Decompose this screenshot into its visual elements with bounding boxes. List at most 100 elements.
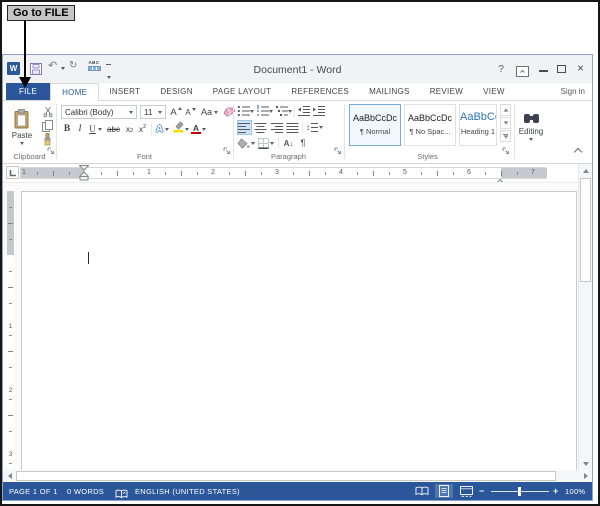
annotation-arrowhead-icon [19, 77, 31, 88]
paste-button[interactable]: Paste [7, 104, 37, 149]
shrink-font-letter: A [185, 107, 191, 117]
styles-more-button[interactable] [500, 130, 511, 142]
ribbon-display-options-icon[interactable] [516, 64, 529, 82]
horizontal-scrollbar[interactable] [3, 470, 592, 482]
align-right-button[interactable] [269, 120, 284, 135]
borders-button[interactable] [257, 136, 275, 150]
copy-button[interactable] [40, 119, 55, 132]
more-bar-icon [503, 133, 508, 135]
styles-scroll-down-button[interactable] [500, 117, 511, 129]
style-no-spacing[interactable]: AaBbCcDc ¶ No Spac... [404, 104, 456, 146]
font-name-select[interactable]: Calibri (Body) [61, 105, 137, 119]
change-case-button[interactable]: Aa [200, 105, 219, 119]
tab-page-layout[interactable]: PAGE LAYOUT [203, 83, 282, 100]
minimize-icon[interactable] [539, 70, 548, 72]
grow-font-button[interactable]: A [169, 105, 183, 119]
show-hide-pilcrow-button[interactable]: ¶ [297, 136, 309, 150]
web-layout-button[interactable] [457, 484, 475, 498]
zoom-level[interactable]: 100% [565, 487, 585, 496]
tab-selector[interactable] [6, 166, 19, 179]
style-name: Heading 1 [460, 127, 496, 136]
shading-button[interactable] [237, 136, 255, 150]
subscript-button[interactable]: x2 [123, 122, 136, 136]
vertical-scroll-thumb[interactable] [580, 178, 591, 282]
group-divider [56, 104, 57, 159]
vertical-ruler[interactable]: 1 2 3 [7, 191, 14, 470]
numbering-button[interactable] [256, 104, 273, 118]
horizontal-ruler[interactable]: 1 1 2 3 4 5 6 7 [20, 167, 547, 179]
dialog-launcher-icon [223, 147, 230, 154]
ribbon-tab-row: FILE HOME INSERT DESIGN PAGE LAYOUT REFE… [3, 83, 592, 101]
vruler-number: 1 [8, 323, 13, 330]
scroll-right-button[interactable] [579, 470, 592, 482]
tab-review[interactable]: REVIEW [420, 83, 473, 100]
tab-design[interactable]: DESIGN [150, 83, 202, 100]
sign-in-link[interactable]: Sign in [561, 87, 592, 96]
text-effects-button[interactable]: A [154, 122, 171, 136]
print-layout-button[interactable] [435, 484, 453, 498]
restore-icon[interactable] [557, 65, 566, 73]
language-indicator[interactable]: ENGLISH (UNITED STATES) [135, 487, 240, 496]
page-indicator[interactable]: PAGE 1 OF 1 [9, 487, 58, 496]
font-size-select[interactable]: 11 [140, 105, 166, 119]
bold-button[interactable]: B [61, 122, 73, 136]
style-heading1[interactable]: AaBbCc Heading 1 [459, 104, 497, 146]
close-icon[interactable]: × [574, 61, 587, 75]
clipboard-dialog-launcher[interactable] [47, 142, 55, 160]
proofing-status-icon[interactable] [115, 486, 128, 504]
document-area: 1 2 3 [3, 182, 592, 470]
styles-dialog-launcher[interactable] [502, 142, 510, 160]
zoom-out-button[interactable]: − [479, 486, 485, 496]
vruler-ticks [7, 191, 14, 470]
tab-references[interactable]: REFERENCES [281, 83, 359, 100]
scroll-down-button[interactable] [579, 457, 592, 470]
document-page[interactable] [21, 191, 577, 470]
tab-home[interactable]: HOME [50, 83, 100, 101]
text-cursor [88, 252, 89, 264]
styles-scroll-up-button[interactable] [500, 104, 511, 116]
title-bar: W ↶ ↻ ABC Document1 - Word ? × [3, 55, 592, 83]
word-count[interactable]: 0 WORDS [67, 487, 104, 496]
ruler-number: 1 [22, 169, 26, 176]
font-color-button[interactable]: A [190, 122, 207, 136]
paragraph-dialog-launcher[interactable] [334, 142, 342, 160]
line-spacing-button[interactable]: ↕ [305, 120, 324, 135]
vertical-scrollbar[interactable] [578, 164, 592, 470]
increase-indent-button[interactable] [312, 104, 326, 118]
screenshot: Go to FILE W ↶ ↻ ABC Document1 - Word ? [0, 0, 600, 506]
multilevel-list-button[interactable] [275, 104, 292, 118]
align-center-button[interactable] [253, 120, 268, 135]
tab-view[interactable]: VIEW [473, 83, 515, 100]
scroll-up-button[interactable] [579, 164, 592, 177]
underline-letter: U [89, 124, 96, 134]
bullets-button[interactable] [237, 104, 254, 118]
collapse-ribbon-button[interactable] [573, 147, 583, 157]
zoom-slider-thumb[interactable] [518, 486, 521, 496]
zoom-in-button[interactable]: + [553, 486, 559, 496]
editing-button[interactable]: Editing [514, 104, 548, 149]
align-left-button[interactable] [237, 120, 252, 135]
ruler-number: 5 [403, 169, 407, 176]
strikethrough-button[interactable]: abc [105, 122, 122, 136]
shrink-font-button[interactable]: A [184, 105, 197, 119]
horizontal-scroll-thumb[interactable] [16, 471, 556, 481]
decrease-indent-button[interactable] [297, 104, 311, 118]
text-effects-caret-icon [165, 127, 170, 131]
highlighter-icon [173, 120, 184, 138]
scroll-left-button[interactable] [3, 470, 16, 482]
vruler-number: 2 [8, 387, 13, 394]
highlight-color-button[interactable] [172, 120, 189, 138]
increase-indent-icon [313, 106, 325, 116]
style-normal[interactable]: AaBbCcDc ¶ Normal [349, 104, 401, 146]
tab-insert[interactable]: INSERT [99, 83, 150, 100]
sort-button[interactable]: A↓ [281, 136, 296, 150]
cut-button[interactable] [40, 105, 55, 118]
help-icon[interactable]: ? [495, 62, 507, 75]
font-dialog-launcher[interactable] [223, 142, 231, 160]
read-mode-button[interactable] [413, 484, 431, 498]
tab-mailings[interactable]: MAILINGS [359, 83, 420, 100]
underline-button[interactable]: U [87, 122, 104, 136]
superscript-button[interactable]: x2 [136, 122, 149, 136]
italic-button[interactable]: I [74, 122, 86, 136]
justify-button[interactable] [285, 120, 300, 135]
